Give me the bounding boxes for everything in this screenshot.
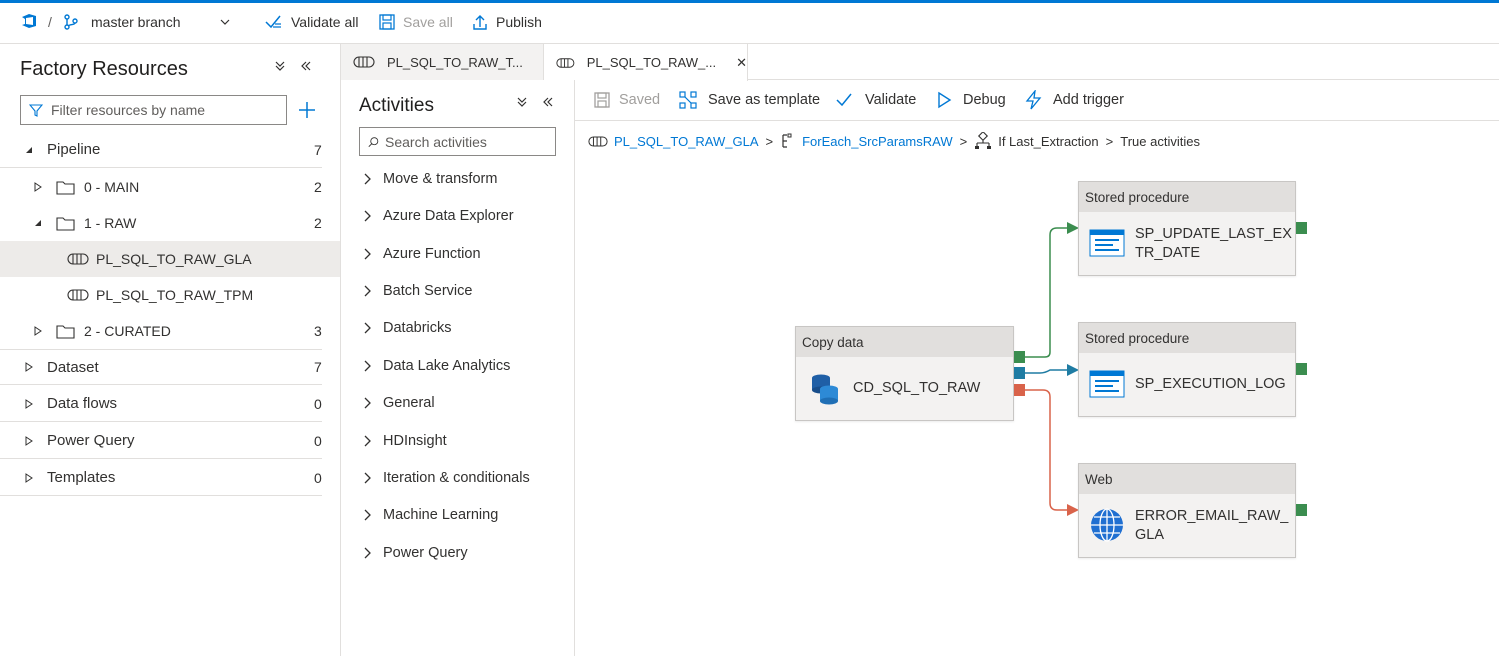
failure-connector[interactable] <box>1024 389 1079 516</box>
success-output-port[interactable] <box>1014 351 1025 363</box>
activity-name: CD_SQL_TO_RAW <box>853 380 981 396</box>
activity-name: SP_UPDATE_LAST_EXTR_DATE <box>1135 226 1292 261</box>
activity-name: SP_EXECUTION_LOG <box>1135 376 1286 392</box>
activity-stored-procedure-log[interactable]: Stored procedure SP_EXECUTION_LOG <box>1078 322 1296 417</box>
globe-icon <box>1091 508 1123 542</box>
success-output-port[interactable] <box>1296 222 1307 234</box>
stored-procedure-icon <box>1089 370 1125 398</box>
activity-web[interactable]: Web ERROR_EMAIL_RAW_GLA <box>1078 463 1296 558</box>
activity-type: Copy data <box>796 327 1013 357</box>
success-connector[interactable] <box>1024 222 1079 358</box>
activity-type: Stored procedure <box>1079 182 1295 212</box>
completion-connector[interactable] <box>1024 364 1079 376</box>
completion-output-port[interactable] <box>1014 367 1025 379</box>
success-output-port[interactable] <box>1296 504 1307 516</box>
activity-type: Web <box>1079 464 1295 494</box>
activity-name: ERROR_EMAIL_RAW_GLA <box>1135 508 1289 543</box>
activity-type: Stored procedure <box>1079 323 1295 353</box>
failure-output-port[interactable] <box>1014 384 1025 396</box>
copy-data-database-icon <box>812 374 838 405</box>
activity-copy-data[interactable]: Copy data CD_SQL_TO_RAW <box>795 326 1014 421</box>
stored-procedure-icon <box>1089 229 1125 257</box>
activity-stored-procedure-update[interactable]: Stored procedure SP_UPDATE_LAST_EXTR_DAT… <box>1078 181 1296 276</box>
success-output-port[interactable] <box>1296 363 1307 375</box>
